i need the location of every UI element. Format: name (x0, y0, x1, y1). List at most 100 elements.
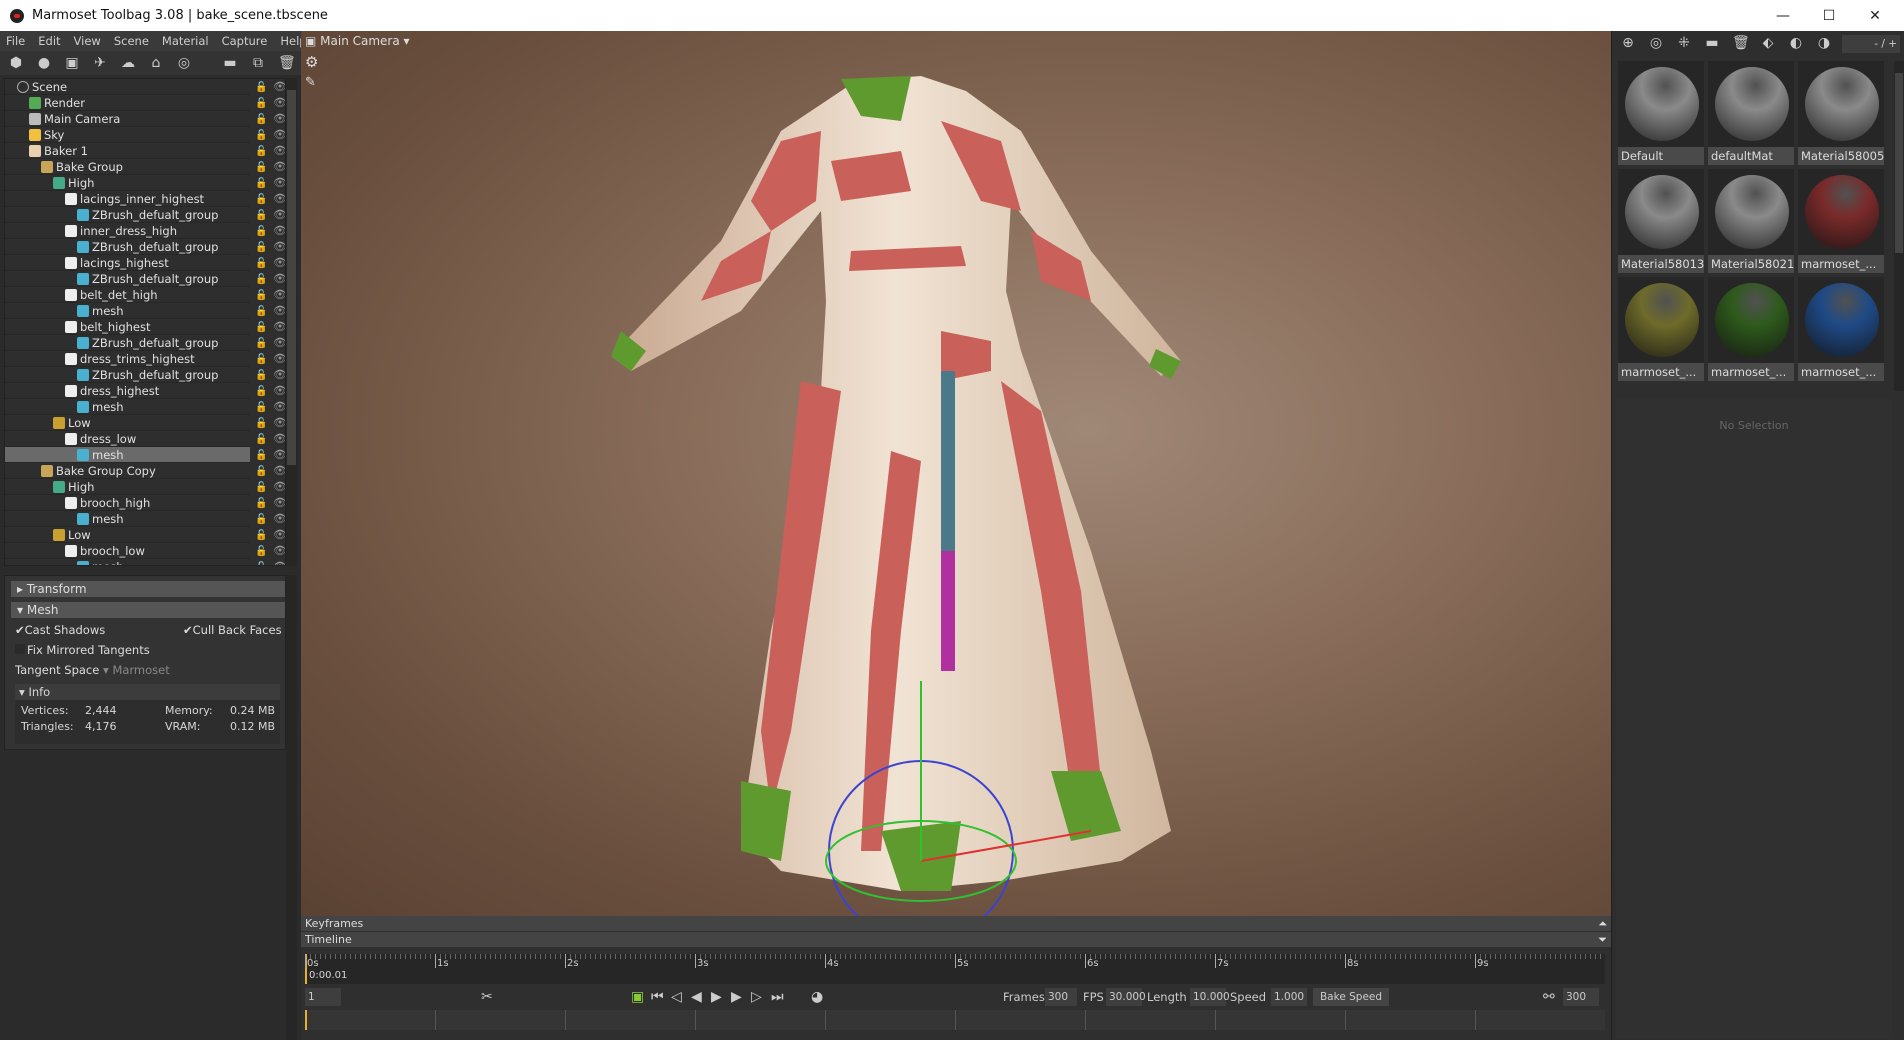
visibility-eye-icon[interactable]: 👁 (273, 255, 285, 271)
visibility-eye-icon[interactable]: 👁 (273, 191, 285, 207)
visibility-eye-icon[interactable]: 👁 (273, 367, 285, 383)
lock-icon[interactable]: 🔓 (255, 512, 267, 528)
lock-icon[interactable]: 🔓 (255, 176, 267, 192)
material-thumbnail[interactable]: marmoset_... (1798, 277, 1884, 381)
keyframe-track[interactable] (305, 1010, 1605, 1030)
tangent-space-dropdown[interactable]: ▾ Marmoset (103, 663, 170, 677)
tree-item[interactable]: dress_highest 🔓 👁 (5, 383, 285, 399)
visibility-eye-icon[interactable]: 👁 (273, 303, 285, 319)
material-thumbnail[interactable]: marmoset_... (1708, 277, 1794, 381)
tree-item[interactable]: lacings_highest 🔓 👁 (5, 255, 285, 271)
tree-item[interactable]: Main Camera 🔓 👁 (5, 111, 285, 127)
export-material-icon[interactable]: ◑ (1816, 35, 1832, 51)
menu-file[interactable]: File (6, 34, 25, 48)
length-field[interactable]: 10.000 (1190, 988, 1230, 1006)
tree-item[interactable]: brooch_high 🔓 👁 (5, 495, 285, 511)
add-camera-icon[interactable]: ▣ (64, 55, 80, 71)
visibility-eye-icon[interactable]: 👁 (273, 79, 285, 95)
lock-icon[interactable]: 🔓 (255, 224, 267, 240)
keyframes-header[interactable]: Keyframes ⏶ (301, 916, 1611, 931)
tree-item[interactable]: Baker 1 🔓 👁 (5, 143, 285, 159)
lock-icon[interactable]: 🔓 (255, 192, 267, 208)
lock-icon[interactable]: 🔓 (255, 240, 267, 256)
prev-frame-icon[interactable]: ◀ (691, 988, 702, 1006)
speed-field[interactable]: 1.000 (1271, 988, 1307, 1006)
lock-icon[interactable]: 🔓 (255, 352, 267, 368)
3d-viewport[interactable]: ▣ Main Camera ▾ ⚙ ✎ (301, 31, 1611, 916)
visibility-eye-icon[interactable]: 👁 (273, 527, 285, 543)
tree-item[interactable]: ZBrush_defualt_group 🔓 👁 (5, 335, 285, 351)
visibility-eye-icon[interactable]: 👁 (273, 447, 285, 463)
menu-capture[interactable]: Capture (222, 34, 268, 48)
visibility-eye-icon[interactable]: 👁 (273, 127, 285, 143)
tree-item[interactable]: mesh 🔓 👁 (5, 511, 285, 527)
import-material-icon[interactable]: ◐ (1788, 35, 1804, 51)
duplicate-material-icon[interactable]: ◎ (1648, 35, 1664, 51)
lock-icon[interactable]: 🔓 (255, 496, 267, 512)
material-thumbnail[interactable]: defaultMat (1708, 61, 1794, 165)
visibility-eye-icon[interactable]: 👁 (273, 223, 285, 239)
tree-item[interactable]: belt_det_high 🔓 👁 (5, 287, 285, 303)
speed-dial-icon[interactable]: ◕ (811, 988, 823, 1006)
add-turntable-icon[interactable]: ◎ (176, 55, 192, 71)
cull-back-faces-checkbox[interactable]: ✔Cull Back Faces (183, 623, 282, 637)
visibility-eye-icon[interactable]: 👁 (273, 111, 285, 127)
loop-icon[interactable]: ▣ (631, 988, 644, 1006)
lock-icon[interactable]: 🔓 (255, 400, 267, 416)
tree-item[interactable]: ZBrush_defualt_group 🔓 👁 (5, 207, 285, 223)
tree-item[interactable]: lacings_inner_highest 🔓 👁 (5, 191, 285, 207)
link-icon[interactable]: ⚯ (1543, 988, 1555, 1006)
tree-item[interactable]: mesh 🔓 👁 (5, 447, 285, 463)
visibility-eye-icon[interactable]: 👁 (273, 143, 285, 159)
visibility-eye-icon[interactable]: 👁 (273, 495, 285, 511)
maximize-button[interactable]: ☐ (1806, 0, 1852, 31)
visibility-eye-icon[interactable]: 👁 (273, 559, 285, 565)
lock-icon[interactable]: 🔓 (255, 368, 267, 384)
visibility-eye-icon[interactable]: 👁 (273, 95, 285, 111)
lock-icon[interactable]: 🔓 (255, 432, 267, 448)
material-thumbnail[interactable]: marmoset_... (1618, 277, 1704, 381)
lock-icon[interactable]: 🔓 (255, 336, 267, 352)
frames-field[interactable]: 300 (1045, 988, 1077, 1006)
visibility-eye-icon[interactable]: 👁 (273, 383, 285, 399)
lock-icon[interactable]: 🔓 (255, 304, 267, 320)
menu-edit[interactable]: Edit (38, 34, 60, 48)
properties-scrollbar[interactable] (286, 575, 297, 1040)
lock-icon[interactable]: 🔓 (255, 144, 267, 160)
fps-field[interactable]: 30.000 (1106, 988, 1146, 1006)
tree-item[interactable]: brooch_low 🔓 👁 (5, 543, 285, 559)
bake-speed-button[interactable]: Bake Speed (1313, 988, 1389, 1006)
menu-material[interactable]: Material (162, 34, 209, 48)
tree-item[interactable]: ZBrush_defualt_group 🔓 👁 (5, 367, 285, 383)
lock-icon[interactable]: 🔓 (255, 80, 267, 96)
tree-scrollbar[interactable] (286, 78, 297, 566)
visibility-eye-icon[interactable]: 👁 (273, 543, 285, 559)
tree-item[interactable]: mesh 🔓 👁 (5, 399, 285, 415)
visibility-eye-icon[interactable]: 👁 (273, 335, 285, 351)
lock-icon[interactable]: 🔓 (255, 480, 267, 496)
lock-icon[interactable]: 🔓 (255, 384, 267, 400)
visibility-eye-icon[interactable]: 👁 (273, 159, 285, 175)
last-frame-icon[interactable]: ⏭ (771, 988, 784, 1006)
tree-item[interactable]: mesh 🔓 👁 (5, 559, 285, 565)
checker-icon[interactable]: ⁜ (1676, 35, 1692, 51)
lock-icon[interactable]: 🔓 (255, 464, 267, 480)
lock-icon[interactable]: 🔓 (255, 112, 267, 128)
menu-scene[interactable]: Scene (114, 34, 149, 48)
end-frame-field[interactable]: 300 (1563, 988, 1599, 1006)
lock-icon[interactable]: 🔓 (255, 448, 267, 464)
material-thumbnail[interactable]: marmoset_... (1798, 169, 1884, 273)
tree-item[interactable]: Scene 🔓 👁 (5, 79, 285, 95)
tree-item[interactable]: dress_trims_highest 🔓 👁 (5, 351, 285, 367)
tree-item[interactable]: mesh 🔓 👁 (5, 303, 285, 319)
timeline-header[interactable]: Timeline ⏷ (301, 932, 1611, 947)
visibility-eye-icon[interactable]: 👁 (273, 431, 285, 447)
play-icon[interactable]: ▶ (711, 988, 722, 1006)
duplicate-icon[interactable]: ⧉ (250, 55, 266, 71)
tree-item[interactable]: Low 🔓 👁 (5, 415, 285, 431)
folder-icon[interactable]: ▬ (1704, 35, 1720, 51)
info-header[interactable]: ▾ Info (15, 684, 280, 700)
visibility-eye-icon[interactable]: 👁 (273, 399, 285, 415)
assign-material-icon[interactable]: ⬖ (1760, 35, 1776, 51)
first-frame-icon[interactable]: ⏮ (651, 988, 664, 1006)
